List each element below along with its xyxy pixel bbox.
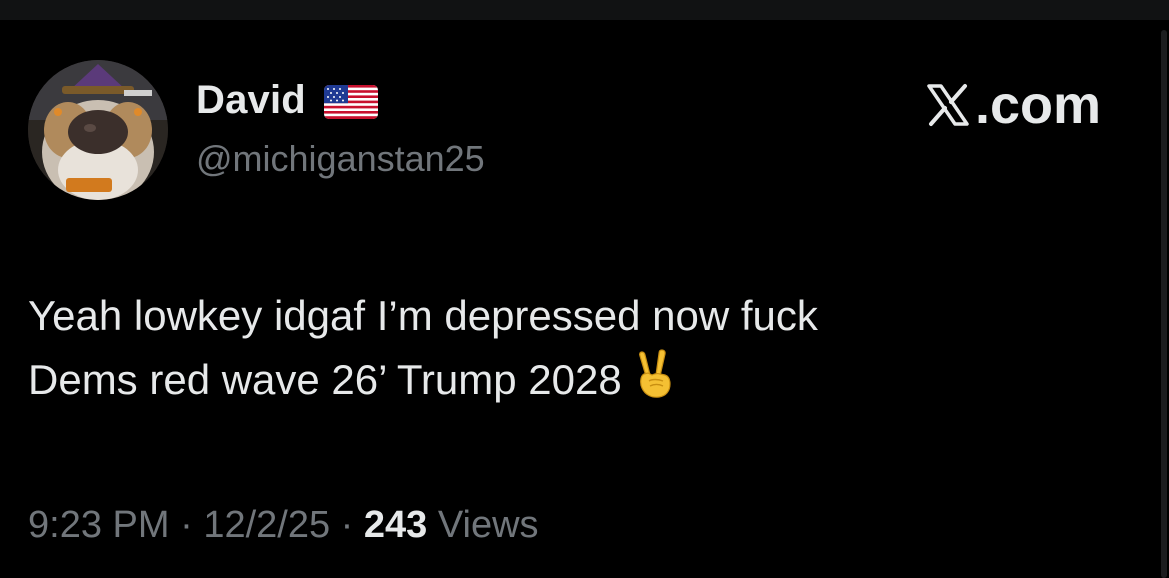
views-count[interactable]: 243 (364, 504, 427, 546)
scrollbar[interactable] (1161, 30, 1167, 578)
avatar-dog-icon (28, 60, 168, 200)
tweet-text-line-content: Dems red wave 26’ Trump 2028 (28, 356, 622, 403)
author-name-row[interactable]: David (196, 76, 378, 124)
meta-separator: · (180, 504, 193, 546)
us-flag-icon (323, 85, 378, 119)
views-label: Views (437, 504, 539, 546)
source-label[interactable]: .com (923, 74, 1101, 136)
top-bar (0, 0, 1169, 20)
tweet-text-line: Dems red wave 26’ Trump 2028 (28, 348, 1108, 418)
display-name[interactable]: David (196, 78, 306, 123)
handle[interactable]: @michiganstan25 (196, 138, 485, 180)
meta-separator: · (340, 504, 354, 546)
x-logo-icon (927, 84, 969, 126)
avatar[interactable] (28, 60, 168, 200)
tweet-text: Yeah lowkey idgaf I’m depressed now fuck… (28, 284, 1108, 418)
tweet-text-line: Yeah lowkey idgaf I’m depressed now fuck (28, 292, 818, 339)
tweet-meta: 9:23 PM · 12/2/25 · 243 Views (28, 504, 539, 547)
tweet-time[interactable]: 9:23 PM (28, 504, 170, 546)
tweet-date[interactable]: 12/2/25 (203, 504, 330, 546)
victory-hand-icon (632, 348, 676, 418)
source-label-text: .com (974, 75, 1101, 135)
